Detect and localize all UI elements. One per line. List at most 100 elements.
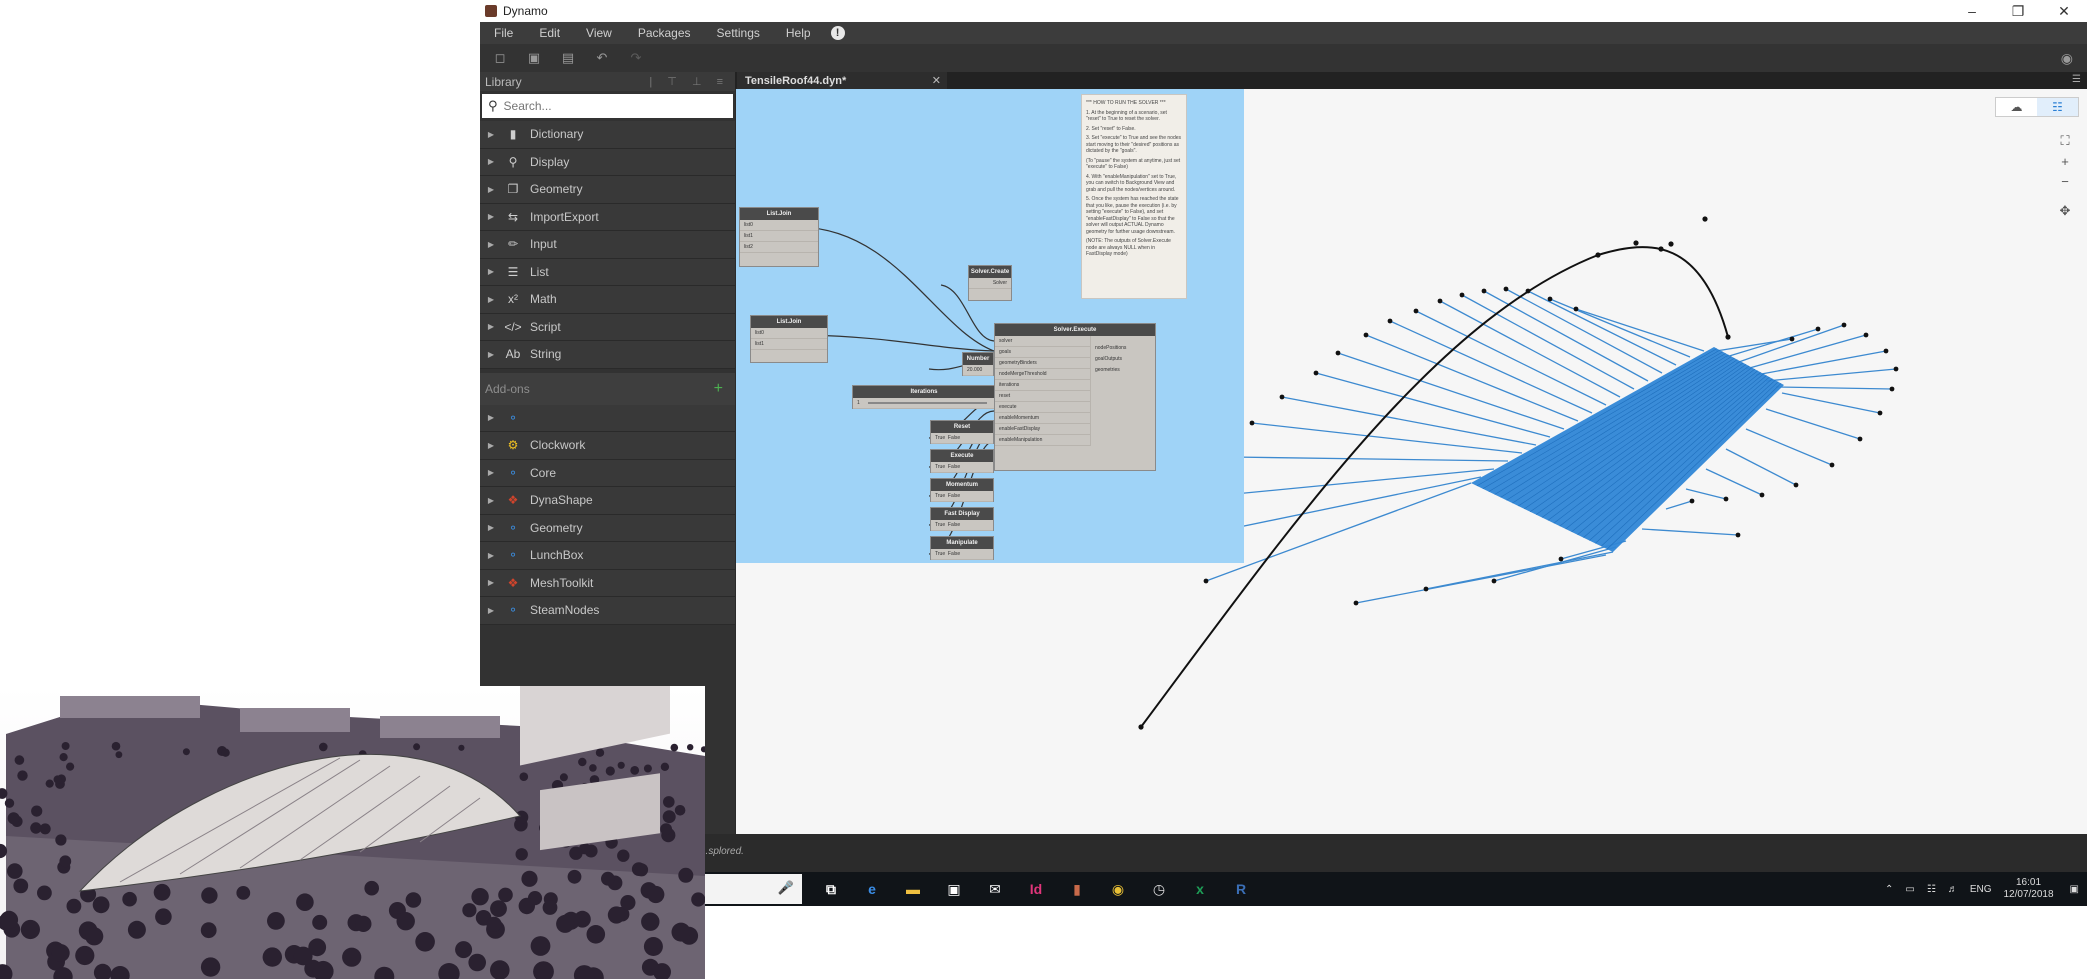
curve-point[interactable] [1702,216,1708,222]
node-iterations-slider[interactable]: Iterations 1 [852,385,996,409]
menu-lines-icon[interactable]: ☰ [2072,74,2081,85]
boolean-toggle[interactable]: True False [931,462,993,473]
input-port[interactable]: execute [995,402,1090,413]
anchor-point[interactable] [1789,336,1795,342]
boolean-toggle[interactable]: True False [931,520,993,531]
input-port[interactable]: solver [995,336,1090,347]
library-item-input[interactable]: ▶ ✏ Input [480,231,735,259]
expand-arrow-icon[interactable]: ▶ [480,267,502,276]
network-icon[interactable]: ☷ [1927,884,1936,895]
addon-item-lunchbox[interactable]: ▶ ⚬ LunchBox [480,542,735,570]
curve-point[interactable] [1658,246,1664,252]
task-view-icon[interactable]: ⧉ [818,876,844,902]
expand-arrow-icon[interactable]: ▶ [480,578,502,587]
addon-item-dynashape[interactable]: ▶ ❖ DynaShape [480,487,735,515]
false-option[interactable]: False [948,551,960,557]
revit-icon[interactable]: R [1228,876,1254,902]
node-list-join-1[interactable]: List.Join list0 list1 list2 [739,207,819,267]
anchor-point[interactable] [1279,394,1285,400]
node-port[interactable]: list1 [751,339,827,350]
anchor-point[interactable] [1857,436,1863,442]
input-port[interactable]: enableManipulation [995,435,1090,446]
expand-arrow-icon[interactable]: ▶ [480,185,502,194]
edge-icon[interactable]: e [859,876,885,902]
output-port[interactable]: geometries [1091,364,1155,375]
node-manipulate-toggle[interactable]: Manipulate True False [930,536,994,560]
expand-arrow-icon[interactable]: ▶ [480,240,502,249]
zoom-in-icon[interactable]: + [2057,153,2073,169]
addon-item-steamnodes[interactable]: ▶ ⚬ SteamNodes [480,597,735,625]
boolean-toggle[interactable]: True False [931,491,993,502]
anchor-point[interactable] [1437,298,1443,304]
anchor-point[interactable] [1558,556,1564,562]
curve-point[interactable] [1633,240,1639,246]
store-icon[interactable]: ▣ [941,876,967,902]
view-mode-toggle[interactable]: ☁ ☷ [1995,97,2079,117]
anchor-point[interactable] [1841,322,1847,328]
library-item-string[interactable]: ▶ Ab String [480,341,735,369]
anchor-point[interactable] [1203,578,1209,584]
library-item-list[interactable]: ▶ ☰ List [480,258,735,286]
true-option[interactable]: True [935,493,945,499]
node-list-join-2[interactable]: List.Join list0 list1 [750,315,828,363]
expand-arrow-icon[interactable]: ▶ [480,212,502,221]
redo-icon[interactable]: ↷ [628,50,644,66]
addon-item-core[interactable]: ▶ ⚬ Core [480,459,735,487]
menu-packages[interactable]: Packages [638,26,691,40]
library-search-input[interactable] [503,99,704,113]
pan-icon[interactable]: ✥ [2057,203,2073,219]
close-button[interactable]: ✕ [2041,0,2087,22]
expand-arrow-icon[interactable]: ▶ [480,551,502,560]
expand-arrow-icon[interactable]: ▶ [480,496,502,505]
anchor-point[interactable] [1503,286,1509,292]
menu-edit[interactable]: Edit [539,26,560,40]
anchor-point[interactable] [1723,496,1729,502]
true-option[interactable]: True [935,551,945,557]
expand-arrow-icon[interactable]: ▶ [480,295,502,304]
volume-icon[interactable]: ♬ [1948,884,1958,895]
library-item-geometry[interactable]: ▶ ❐ Geometry [480,176,735,204]
microphone-icon[interactable]: 🎤 [778,880,794,896]
node-port[interactable]: list0 [740,220,818,231]
anchor-point[interactable] [1353,600,1359,606]
battery-icon[interactable]: ▭ [1905,884,1914,895]
tab-close-icon[interactable]: ✕ [932,74,941,87]
add-package-icon[interactable]: + [714,380,723,398]
node-solver-execute[interactable]: Solver.Execute solver goals geometryBind… [994,323,1156,471]
anchor-point[interactable] [1481,288,1487,294]
new-file-icon[interactable]: ◻ [492,50,508,66]
library-filter-icons[interactable]: | ⊤ ⊥ ≡ [649,75,729,88]
curve-point[interactable] [1595,252,1601,258]
anchor-point[interactable] [1547,296,1553,302]
node-number-value[interactable]: 20.000 [963,365,993,376]
node-solver-create[interactable]: Solver.Create Solver [968,265,1012,301]
addon-item-unnamed[interactable]: ▶ ⚬ [480,404,735,432]
zoom-out-icon[interactable]: − [2057,173,2073,189]
input-port[interactable]: nodeMergeThreshold [995,369,1090,380]
anchor-point[interactable] [1829,462,1835,468]
tab-tensileroof[interactable]: TensileRoof44.dyn* ✕ [737,72,947,89]
anchor-point[interactable] [1363,332,1369,338]
anchor-point[interactable] [1815,326,1821,332]
graph-view-icon[interactable]: ☷ [2037,98,2078,116]
chrome-icon[interactable]: ◉ [1105,876,1131,902]
false-option[interactable]: False [948,493,960,499]
anchor-point[interactable] [1413,308,1419,314]
input-port[interactable]: iterations [995,380,1090,391]
node-momentum-toggle[interactable]: Momentum True False [930,478,994,502]
clock-app-icon[interactable]: ◷ [1146,876,1172,902]
node-reset-toggle[interactable]: Reset True False [930,420,994,444]
anchor-point[interactable] [1387,318,1393,324]
expand-arrow-icon[interactable]: ▶ [480,441,502,450]
undo-icon[interactable]: ↶ [594,50,610,66]
anchor-point[interactable] [1573,306,1579,312]
chevron-up-icon[interactable]: ⌃ [1885,884,1893,895]
node-port[interactable]: Solver [969,278,1011,289]
anchor-point[interactable] [1459,292,1465,298]
open-file-icon[interactable]: ▣ [526,50,542,66]
indesign-icon[interactable]: Id [1023,876,1049,902]
taskbar-clock[interactable]: 16:01 12/07/2018 [2003,877,2053,902]
library-item-math[interactable]: ▶ x² Math [480,286,735,314]
minimize-button[interactable]: – [1949,0,1995,22]
input-port[interactable]: goals [995,347,1090,358]
